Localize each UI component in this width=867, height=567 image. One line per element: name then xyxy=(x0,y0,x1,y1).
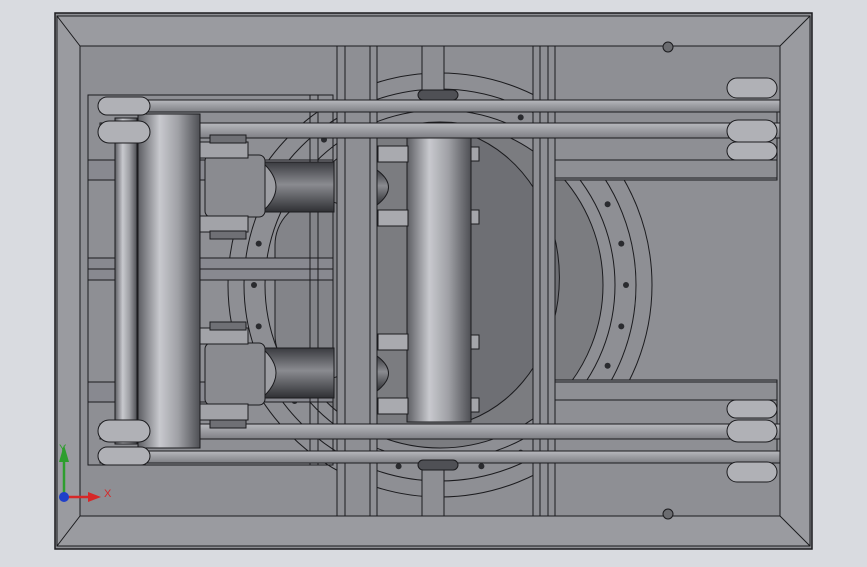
z-axis-dot xyxy=(59,492,69,502)
center-roller-shaft[interactable] xyxy=(406,137,472,423)
bolt-hole xyxy=(604,201,611,208)
cad-viewport[interactable]: X Y xyxy=(0,0,867,562)
bolt-hole xyxy=(395,463,402,470)
left-roller-shaft[interactable] xyxy=(114,113,201,449)
bolt-hole xyxy=(251,282,257,288)
y-axis-label: Y xyxy=(59,443,67,455)
bolt-hole xyxy=(618,323,625,330)
bolt-hole xyxy=(604,362,611,369)
bolt-hole xyxy=(478,463,485,470)
x-axis-label: X xyxy=(104,488,112,500)
bolt-hole xyxy=(618,240,625,247)
bolt-hole xyxy=(255,240,262,247)
bolt-hole xyxy=(255,323,262,330)
bolt-hole xyxy=(517,114,524,121)
bolt-hole xyxy=(623,282,629,288)
